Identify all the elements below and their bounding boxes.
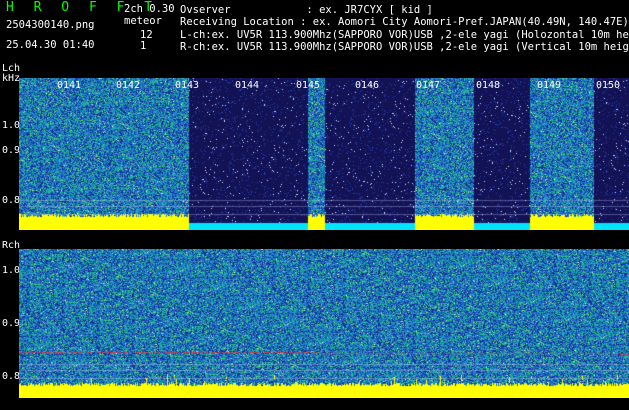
file-name: 2504300140.png bbox=[6, 19, 95, 31]
time-tick-0142: 0142 bbox=[116, 80, 141, 91]
rch-spectrogram bbox=[19, 249, 629, 398]
lch-ytick-0-9: 0.9 bbox=[2, 145, 21, 156]
frequency-unit: kHz bbox=[2, 73, 21, 84]
detection-mode: meteor bbox=[124, 15, 162, 27]
lch-spectrogram bbox=[19, 78, 629, 230]
lch-ytick-1-0: 1.0 bbox=[2, 120, 21, 131]
rch-ytick-1-0: 1.0 bbox=[2, 265, 21, 276]
rch-ytick-0-8: 0.8 bbox=[2, 371, 21, 382]
time-tick-0145: 0145 bbox=[296, 80, 321, 91]
rch-label: Rch bbox=[2, 240, 21, 251]
time-tick-0146: 0146 bbox=[355, 80, 380, 91]
time-tick-0148: 0148 bbox=[476, 80, 501, 91]
lch-label: Lch kHz bbox=[2, 64, 20, 84]
rch-meteor-count: 1 bbox=[140, 40, 147, 52]
time-tick-0149: 0149 bbox=[537, 80, 562, 91]
time-tick-0141: 0141 bbox=[57, 80, 82, 91]
time-tick-0150: 0150 bbox=[596, 80, 621, 91]
lch-receiver-line: L-ch:ex. UV5R 113.900Mhz(SAPPORO VOR)USB… bbox=[180, 29, 629, 41]
time-tick-0144: 0144 bbox=[235, 80, 260, 91]
lch-ytick-0-8: 0.8 bbox=[2, 195, 21, 206]
rch-ytick-0-9: 0.9 bbox=[2, 318, 21, 329]
rch-receiver-line: R-ch:ex. UV5R 113.900Mhz(SAPPORO VOR)USB… bbox=[180, 41, 629, 53]
observer-line: Ovserver : ex. JR7CYX [ kid ] bbox=[180, 4, 433, 16]
location-line: Receiving Location : ex. Aomori City Aom… bbox=[180, 16, 629, 28]
capture-datetime: 25.04.30 01:40 bbox=[6, 39, 95, 51]
time-tick-0143: 0143 bbox=[175, 80, 200, 91]
app-version: 2ch 0.30 bbox=[124, 3, 175, 15]
time-tick-0147: 0147 bbox=[416, 80, 441, 91]
